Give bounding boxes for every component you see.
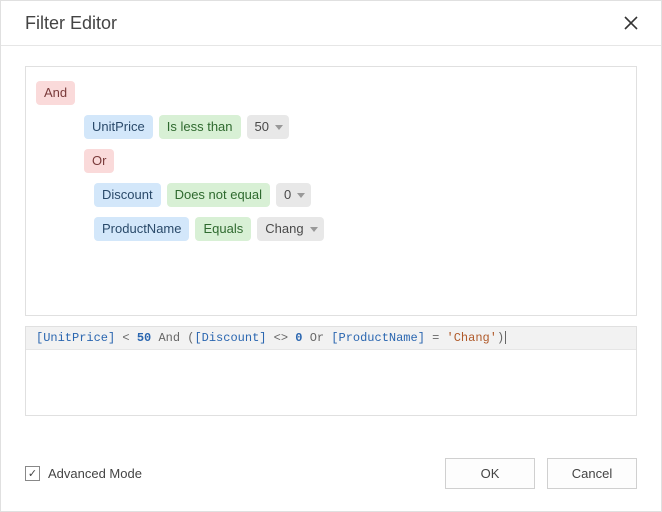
logic-operator[interactable]: Or [84,149,114,173]
close-button[interactable] [619,11,643,35]
field-selector[interactable]: ProductName [94,217,189,241]
field-selector[interactable]: Discount [94,183,161,207]
expr-token: <> [274,331,288,345]
filter-tree-panel: And UnitPrice Is less than 50 Or Discoun… [25,66,637,316]
cancel-button[interactable]: Cancel [547,458,637,489]
value-selector[interactable]: 0 [276,183,311,207]
advanced-mode-toggle[interactable]: ✓ Advanced Mode [25,466,142,481]
value-text: Chang [265,220,303,238]
checkbox-icon: ✓ [25,466,40,481]
operator-selector[interactable]: Equals [195,217,251,241]
expression-panel: [UnitPrice] < 50 And ([Discount] <> 0 Or… [25,326,637,416]
filter-editor-dialog: Filter Editor And UnitPrice Is less than… [0,0,662,512]
operator-selector[interactable]: Is less than [159,115,241,139]
value-text: 0 [284,186,291,204]
field-selector[interactable]: UnitPrice [84,115,153,139]
dialog-body: And UnitPrice Is less than 50 Or Discoun… [1,46,661,440]
logic-operator[interactable]: And [36,81,75,105]
dialog-footer: ✓ Advanced Mode OK Cancel [1,440,661,511]
dialog-title: Filter Editor [25,13,117,34]
expr-token: = [432,331,439,345]
expr-token: ) [497,331,504,345]
group-nested: Or [84,149,626,173]
condition-row: Discount Does not equal 0 [94,183,626,207]
chevron-down-icon [310,227,318,232]
operator-selector[interactable]: Does not equal [167,183,270,207]
text-cursor [505,331,506,344]
condition-row: ProductName Equals Chang [94,217,626,241]
value-text: 50 [255,118,269,136]
expr-token: 0 [295,331,302,345]
chevron-down-icon [275,125,283,130]
chevron-down-icon [297,193,305,198]
expr-token: [UnitPrice] [36,331,115,345]
ok-button[interactable]: OK [445,458,535,489]
expression-body[interactable] [26,350,636,415]
expr-token: 'Chang' [447,331,497,345]
expr-token: Or [310,331,324,345]
expr-token: And [158,331,180,345]
titlebar: Filter Editor [1,1,661,46]
value-selector[interactable]: 50 [247,115,289,139]
expr-token: 50 [137,331,151,345]
group-root: And [36,81,626,105]
expr-token: [ProductName] [331,331,425,345]
button-row: OK Cancel [445,458,637,489]
close-icon [624,16,638,30]
expr-token: [Discount] [194,331,266,345]
advanced-mode-label: Advanced Mode [48,466,142,481]
condition-row: UnitPrice Is less than 50 [84,115,626,139]
value-selector[interactable]: Chang [257,217,323,241]
expression-text[interactable]: [UnitPrice] < 50 And ([Discount] <> 0 Or… [26,327,636,350]
expr-token: < [122,331,129,345]
